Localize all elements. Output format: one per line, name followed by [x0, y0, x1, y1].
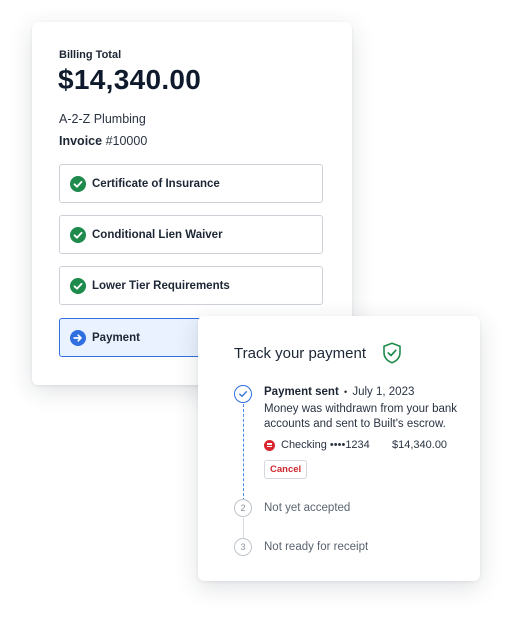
step-title: Payment sent [264, 386, 339, 398]
requirement-certificate-of-insurance[interactable]: Certificate of Insurance [59, 164, 323, 203]
step-separator: • [343, 387, 348, 397]
payment-amount: $14,340.00 [392, 439, 448, 451]
check-circle-icon [70, 277, 86, 294]
step-payment-sent-header: Payment sent • July 1, 2023 [264, 386, 414, 398]
bank-icon [264, 439, 275, 451]
bank-account-label: Checking ••••1234 [281, 439, 370, 451]
step-number-badge: 3 [234, 538, 252, 556]
requirement-conditional-lien-waiver[interactable]: Conditional Lien Waiver [59, 215, 323, 254]
check-icon [239, 391, 247, 397]
step-date: July 1, 2023 [352, 386, 415, 398]
step-number-badge: 2 [234, 499, 252, 517]
step-not-ready-for-receipt: Not ready for receipt [264, 541, 369, 553]
check-circle-icon [70, 175, 86, 192]
requirement-label: Payment [92, 331, 140, 344]
track-payment-card: Track your payment Payment sent • July 1… [198, 316, 480, 581]
requirement-lower-tier-requirements[interactable]: Lower Tier Requirements [59, 266, 323, 305]
invoice-label: Invoice [59, 134, 103, 148]
requirement-label: Lower Tier Requirements [92, 279, 230, 292]
cancel-button[interactable]: Cancel [264, 460, 308, 479]
billing-total-amount: $14,340.00 [58, 64, 202, 95]
requirement-label: Certificate of Insurance [92, 177, 220, 190]
bank-account: Checking ••••1234 [264, 439, 370, 451]
billing-total-label: Billing Total [59, 49, 122, 61]
step-complete-icon [234, 385, 252, 403]
step-connector [243, 518, 244, 538]
step-connector [243, 404, 244, 506]
shield-check-icon [383, 342, 401, 364]
arrow-right-circle-icon [70, 329, 86, 346]
invoice-number: Invoice #10000 [59, 134, 147, 148]
track-payment-title: Track your payment [234, 345, 366, 362]
step-description: Money was withdrawn from your bank accou… [264, 403, 458, 430]
vendor-name: A-2-Z Plumbing [59, 112, 146, 126]
step-not-yet-accepted: Not yet accepted [264, 502, 351, 514]
requirement-label: Conditional Lien Waiver [92, 228, 223, 241]
invoice-value: #10000 [105, 134, 148, 148]
check-circle-icon [70, 226, 86, 243]
